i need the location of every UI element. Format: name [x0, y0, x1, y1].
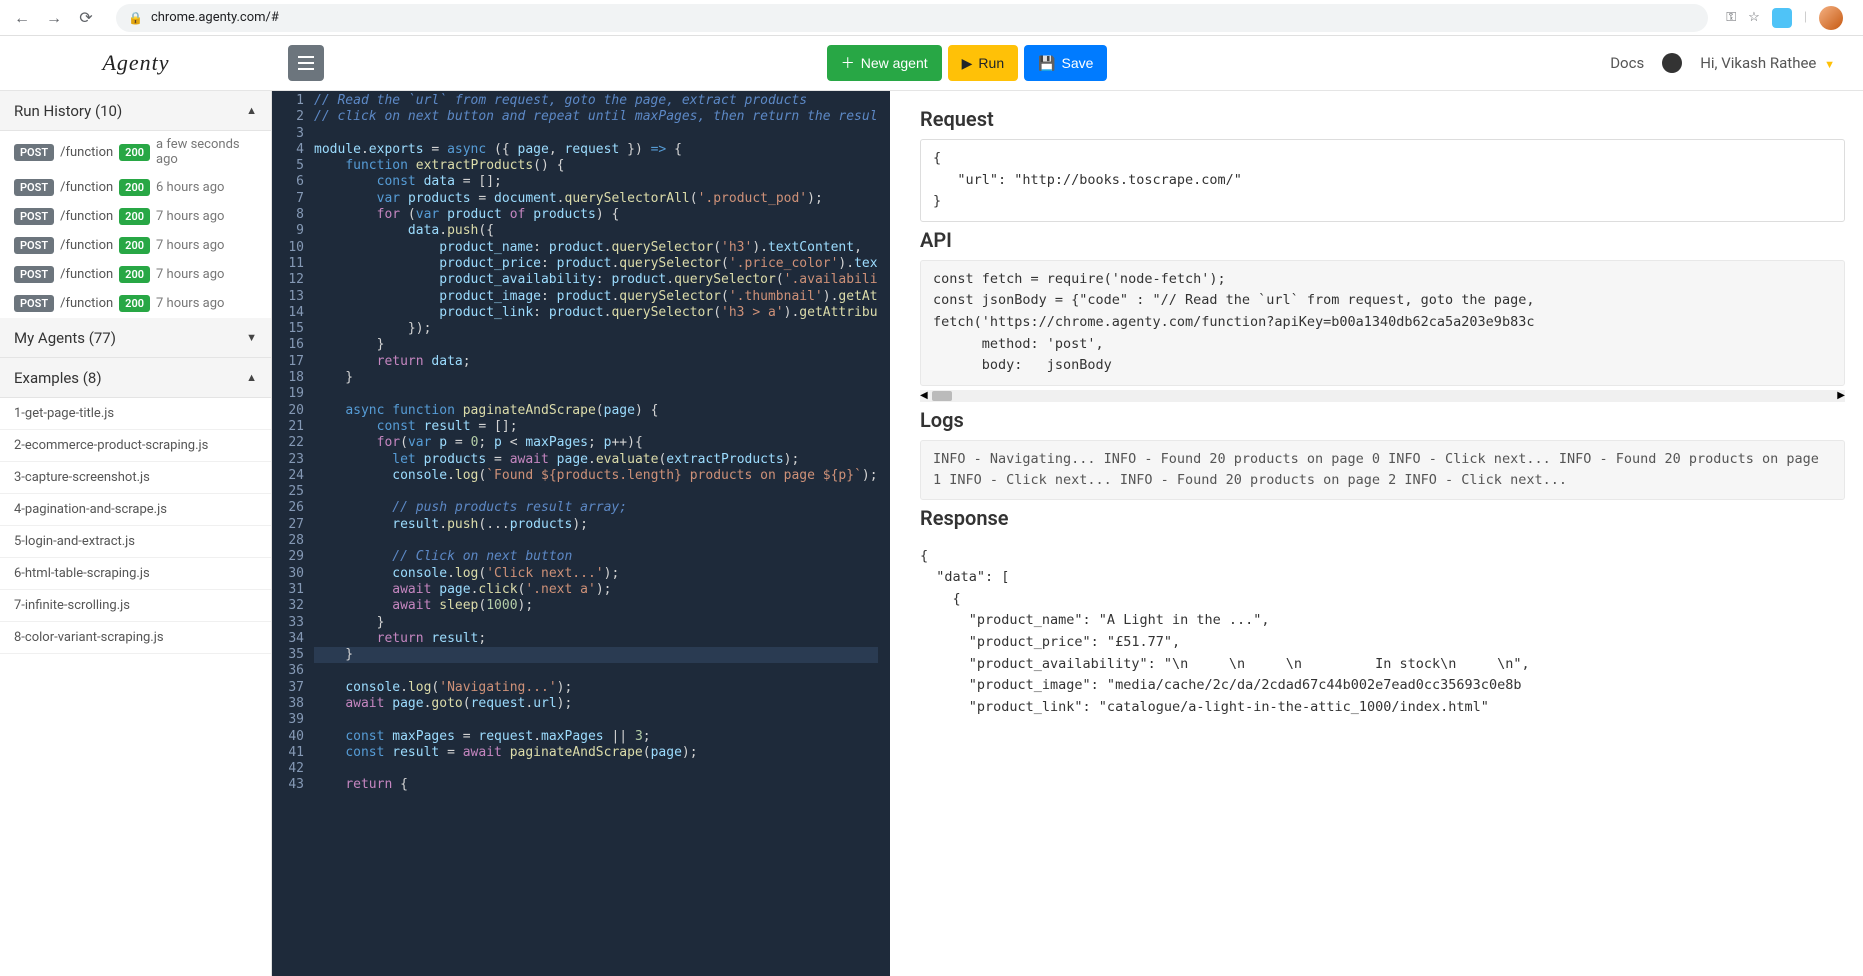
example-item[interactable]: 7-infinite-scrolling.js: [0, 590, 271, 622]
profile-avatar[interactable]: [1819, 6, 1843, 30]
history-item[interactable]: POST /function 200 7 hours ago: [0, 289, 271, 318]
hist-time: 6 hours ago: [156, 180, 224, 195]
hist-path: /function: [60, 238, 113, 253]
api-body[interactable]: const fetch = require('node-fetch'); con…: [920, 260, 1845, 386]
save-icon: 💾: [1038, 55, 1055, 72]
hist-path: /function: [60, 145, 113, 160]
chevron-up-icon: ▲: [246, 104, 257, 117]
example-item[interactable]: 3-capture-screenshot.js: [0, 462, 271, 494]
code-editor[interactable]: 1234567891011121314151617181920212223242…: [272, 91, 890, 976]
logo[interactable]: Agenty: [102, 50, 169, 76]
method-badge: POST: [14, 237, 54, 254]
status-badge: 200: [119, 208, 150, 225]
caret-down-icon: ▼: [1824, 58, 1835, 71]
examples-header[interactable]: Examples (8) ▲: [0, 358, 271, 398]
run-history-header[interactable]: Run History (10) ▲: [0, 91, 271, 131]
forward-button[interactable]: →: [42, 6, 66, 30]
api-title: API: [920, 228, 1845, 252]
logs-body[interactable]: INFO - Navigating... INFO - Found 20 pro…: [920, 440, 1845, 500]
key-icon[interactable]: ⚿: [1726, 10, 1736, 25]
address-bar[interactable]: 🔒 chrome.agenty.com/#: [116, 4, 1708, 32]
history-item[interactable]: POST /function 200 7 hours ago: [0, 231, 271, 260]
api-scrollbar[interactable]: ◀▶: [920, 390, 1845, 402]
logs-title: Logs: [920, 408, 1845, 432]
example-item[interactable]: 2-ecommerce-product-scraping.js: [0, 430, 271, 462]
save-button[interactable]: 💾 Save: [1024, 45, 1107, 81]
history-item[interactable]: POST /function 200 a few seconds ago: [0, 131, 271, 173]
example-item[interactable]: 8-color-variant-scraping.js: [0, 622, 271, 654]
back-button[interactable]: ←: [10, 6, 34, 30]
hist-time: a few seconds ago: [156, 137, 257, 167]
history-item[interactable]: POST /function 200 6 hours ago: [0, 173, 271, 202]
hist-path: /function: [60, 296, 113, 311]
app-header: Agenty ＋ New agent ▶ Run 💾 Save Docs Hi,…: [0, 36, 1863, 91]
right-panel: Request { "url": "http://books.toscrape.…: [890, 91, 1863, 976]
example-item[interactable]: 5-login-and-extract.js: [0, 526, 271, 558]
method-badge: POST: [14, 144, 54, 161]
example-item[interactable]: 4-pagination-and-scrape.js: [0, 494, 271, 526]
status-badge: 200: [119, 144, 150, 161]
user-greeting[interactable]: Hi, Vikash Rathee ▼: [1700, 54, 1835, 72]
github-icon[interactable]: [1662, 53, 1682, 73]
response-title: Response: [920, 506, 1845, 530]
status-badge: 200: [119, 295, 150, 312]
hist-time: 7 hours ago: [156, 238, 224, 253]
method-badge: POST: [14, 295, 54, 312]
play-icon: ▶: [962, 55, 973, 72]
request-body[interactable]: { "url": "http://books.toscrape.com/" }: [920, 139, 1845, 222]
lock-icon: 🔒: [128, 11, 143, 25]
status-badge: 200: [119, 237, 150, 254]
hist-path: /function: [60, 267, 113, 282]
status-badge: 200: [119, 266, 150, 283]
example-item[interactable]: 1-get-page-title.js: [0, 398, 271, 430]
menu-toggle-button[interactable]: [288, 45, 324, 81]
request-title: Request: [920, 107, 1845, 131]
history-item[interactable]: POST /function 200 7 hours ago: [0, 260, 271, 289]
method-badge: POST: [14, 266, 54, 283]
method-badge: POST: [14, 179, 54, 196]
chevron-down-icon: ▼: [246, 331, 257, 344]
sidebar: Run History (10) ▲ POST /function 200 a …: [0, 91, 272, 976]
my-agents-header[interactable]: My Agents (77) ▼: [0, 318, 271, 358]
hist-time: 7 hours ago: [156, 209, 224, 224]
extension-icon[interactable]: [1772, 8, 1792, 28]
run-button[interactable]: ▶ Run: [948, 45, 1018, 81]
response-body[interactable]: { "data": [ { "product_name": "A Light i…: [920, 538, 1845, 727]
status-badge: 200: [119, 179, 150, 196]
browser-chrome: ← → ⟳ 🔒 chrome.agenty.com/# ⚿ ☆ |: [0, 0, 1863, 36]
plus-icon: ＋: [841, 53, 855, 73]
chevron-up-icon: ▲: [246, 371, 257, 384]
url-text: chrome.agenty.com/#: [151, 10, 279, 25]
docs-link[interactable]: Docs: [1610, 54, 1644, 72]
reload-button[interactable]: ⟳: [74, 6, 98, 30]
bookmark-icon[interactable]: ☆: [1748, 10, 1760, 25]
history-item[interactable]: POST /function 200 7 hours ago: [0, 202, 271, 231]
new-agent-button[interactable]: ＋ New agent: [827, 45, 942, 81]
hist-time: 7 hours ago: [156, 296, 224, 311]
example-item[interactable]: 6-html-table-scraping.js: [0, 558, 271, 590]
hist-path: /function: [60, 180, 113, 195]
hist-path: /function: [60, 209, 113, 224]
hist-time: 7 hours ago: [156, 267, 224, 282]
method-badge: POST: [14, 208, 54, 225]
